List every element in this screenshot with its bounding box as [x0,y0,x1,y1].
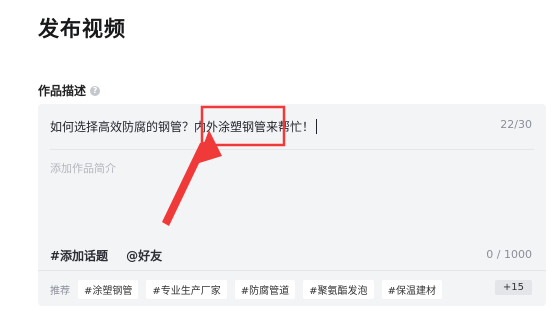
title-char-count: 22/30 [500,118,532,131]
suggested-tag[interactable]: #专业生产厂家 [146,279,227,299]
add-topic-button[interactable]: #添加话题 [50,247,108,264]
page-title: 发布视频 [38,17,126,41]
description-section-label: 作品描述 ? [38,82,101,99]
suggested-topics-bar: 推荐 #涂塑钢管 #专业生产厂家 #防腐管道 #聚氨酯发泡 #保温建材 +15 [38,270,546,307]
suggested-tag[interactable]: #防腐管道 [234,279,296,299]
description-label: 作品描述 [38,84,87,98]
editor-divider [50,149,534,150]
more-tags-button[interactable]: +15 [494,280,532,295]
suggested-tag[interactable]: #聚氨酯发泡 [303,279,374,299]
title-input-value: 如何选择高效防腐的钢管？内外涂塑钢管来帮忙！ [50,120,315,134]
description-char-count: 0 / 1000 [486,248,532,261]
suggested-label: 推荐 [50,285,70,297]
description-editor: 如何选择高效防腐的钢管？内外涂塑钢管来帮忙！ 22/30 添加作品简介 #添加话… [38,104,546,306]
mention-friend-button[interactable]: @好友 [126,247,162,264]
title-input[interactable]: 如何选择高效防腐的钢管？内外涂塑钢管来帮忙！ [50,118,534,138]
help-icon[interactable]: ? [90,85,101,96]
description-input[interactable]: 添加作品简介 [50,160,116,176]
suggested-tag[interactable]: #涂塑钢管 [78,279,139,299]
suggested-tag[interactable]: #保温建材 [381,279,442,299]
text-cursor [316,119,318,134]
editor-toolbar: #添加话题 @好友 [50,247,162,264]
